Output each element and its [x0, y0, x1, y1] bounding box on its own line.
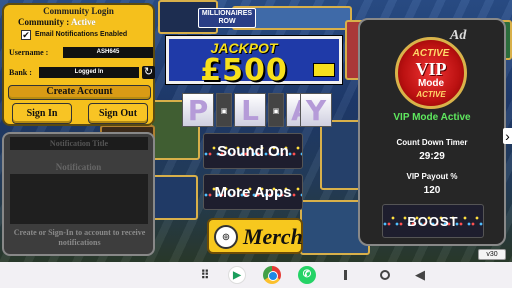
back-icon[interactable]: ◀	[415, 267, 425, 283]
bank-status-field: Logged In	[39, 67, 139, 78]
countdown-label: Count Down Timer	[396, 138, 468, 147]
notification-body	[10, 174, 148, 224]
whatsapp-icon[interactable]: ✆	[298, 266, 316, 284]
boost-button[interactable]: BOOST	[382, 204, 484, 238]
play-letter-l[interactable]: L	[234, 93, 266, 127]
badge-mode-text: Mode	[417, 78, 445, 89]
community-login-panel: Community Login Community : Active ✔ Ema…	[2, 3, 155, 126]
play-letter-y[interactable]: Y	[300, 93, 332, 127]
vip-mode-status: VIP Mode Active	[393, 112, 471, 123]
community-status-value: Active	[71, 17, 96, 27]
version-badge: v30	[478, 249, 506, 260]
notification-message: Create or Sign-In to account to receive …	[13, 228, 146, 247]
jackpot-amount: £500	[200, 53, 288, 88]
notification-heading: Notification	[55, 162, 102, 172]
sound-toggle-button[interactable]: Sound On	[203, 133, 303, 169]
boost-label: BOOST	[407, 214, 459, 229]
email-notifications-label: Email Notifications Enabled	[35, 31, 128, 38]
username-label: Username :	[9, 48, 49, 57]
sound-label: Sound On	[217, 143, 289, 160]
app-drawer-icon[interactable]: ⠿	[196, 266, 214, 284]
background-tile	[150, 175, 198, 220]
shirt-icon: ◎	[214, 225, 238, 249]
play-store-icon[interactable]: ▶	[228, 266, 246, 284]
bank-label: Bank :	[9, 68, 32, 77]
refresh-icon[interactable]: ↻	[142, 66, 155, 79]
payout-label: VIP Payout %	[406, 172, 458, 181]
play-letter-p[interactable]: P	[182, 93, 214, 127]
millionaires-row-label: MILLIONAIRES ROW	[198, 8, 256, 28]
more-apps-label: More Apps	[214, 184, 292, 201]
chevron-right-icon[interactable]: ›	[503, 128, 512, 144]
vip-mode-badge[interactable]: ACTIVE VIP Mode ACTIVE	[395, 37, 467, 109]
jackpot-display: JACKPOT £500	[165, 35, 343, 88]
create-account-button[interactable]: Create Account	[8, 85, 151, 100]
notification-title-field: Notification Title	[10, 137, 148, 150]
play-separator-icon: ▣	[216, 93, 232, 127]
chrome-icon[interactable]	[263, 266, 281, 284]
email-notifications-checkbox[interactable]: ✔	[21, 30, 31, 40]
community-label: Community :	[18, 17, 70, 27]
countdown-value: 29:29	[419, 151, 445, 162]
community-status: Community : Active	[18, 17, 96, 27]
home-icon[interactable]	[380, 270, 390, 280]
merch-label: Merch	[243, 224, 303, 249]
notification-panel: Notification Title Notification Create o…	[2, 132, 155, 256]
username-field[interactable]: ASH645	[63, 47, 153, 58]
merch-button[interactable]: ◎ Merch	[207, 218, 303, 254]
play-separator-icon: ▣	[268, 93, 284, 127]
login-title: Community Login	[43, 6, 114, 16]
recents-icon[interactable]	[344, 270, 347, 280]
more-apps-button[interactable]: More Apps	[203, 174, 303, 210]
badge-vip-text: VIP	[415, 59, 447, 79]
badge-top-text: ACTIVE	[412, 48, 450, 59]
sign-out-button[interactable]: Sign Out	[88, 103, 148, 124]
ad-label: Ad	[450, 28, 467, 43]
sign-in-button[interactable]: Sign In	[12, 103, 72, 124]
android-taskbar: ⠿ ▶ ✆ ◀	[0, 262, 512, 288]
payout-value: 120	[423, 185, 441, 196]
jackpot-coin-icon	[313, 63, 335, 77]
badge-bottom-text: ACTIVE	[416, 90, 446, 99]
